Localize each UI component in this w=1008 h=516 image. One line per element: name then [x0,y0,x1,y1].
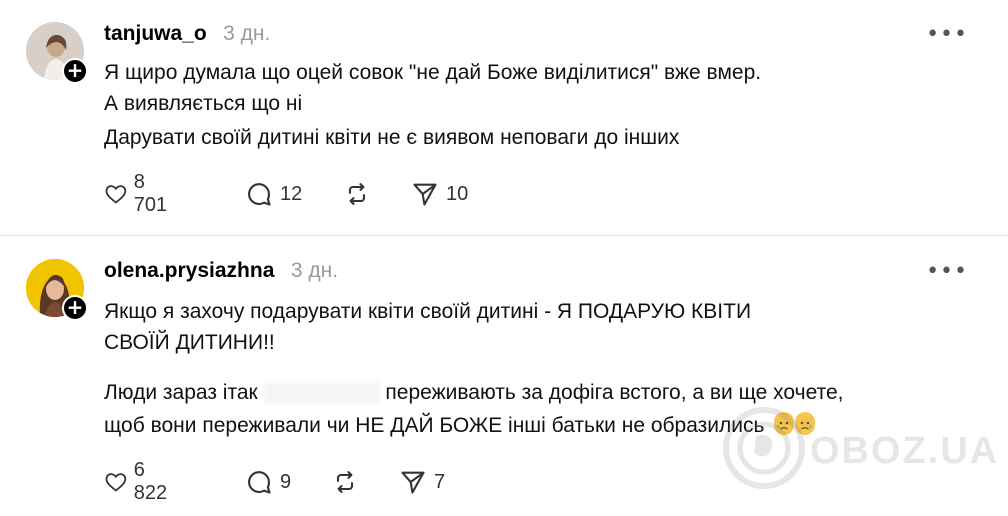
post-header: tanjuwa_o 3 дн. [104,22,270,48]
repost-button[interactable] [342,178,372,210]
share-count: 10 [446,182,469,205]
author-avatar[interactable]: + [26,259,88,321]
comment-icon [248,471,271,494]
post-text-line: Якщо я захочу подарувати квіти своїй дит… [104,300,752,323]
like-button[interactable]: 6 822 [104,459,173,504]
post-header: olena.prysiazhna 3 дн. [104,259,338,285]
text-segment: щоб вони переживали чи НЕ ДАЙ БОЖЕ інші … [104,414,765,437]
heart-icon [105,185,127,204]
post-divider [0,235,1008,236]
reply-count: 9 [280,470,292,493]
follow-plus-icon[interactable]: + [62,295,88,321]
like-button[interactable]: 8 701 [104,171,173,216]
globe-logo-icon [723,407,805,489]
post-time: 3 дн. [223,22,271,45]
post-text-line: щоб вони переживали чи НЕ ДАЙ БОЖЕ інші … [104,409,816,442]
send-icon [413,183,437,206]
share-button[interactable]: 7 [398,466,445,498]
repost-icon [348,183,366,205]
send-icon [401,471,425,494]
post-text-line: А виявляється що ні [104,92,303,115]
more-dots-icon[interactable]: ••• [926,24,968,46]
reply-button[interactable]: 9 [244,466,291,498]
reply-count: 12 [280,182,303,205]
heart-icon [105,473,127,492]
text-segment: Люди зараз ітак [104,381,258,404]
watermark-text: OBOZ.UA [810,430,1000,472]
threads-feed: + tanjuwa_o 3 дн. ••• Я щиро думала що о… [0,0,1008,516]
text-segment: переживають за дофіга встого, а ви ще хо… [385,381,844,404]
username[interactable]: tanjuwa_o [104,22,207,45]
share-button[interactable]: 10 [410,178,468,210]
follow-plus-icon[interactable]: + [62,58,88,84]
post-text-line: Я щиро думала що оцей совок "не дай Боже… [104,61,762,84]
post-text-line: Дарувати своїй дитині квіти не є виявом … [104,126,680,149]
post-card: + tanjuwa_o 3 дн. ••• Я щиро думала що о… [0,0,1008,236]
repost-icon [336,471,354,493]
reply-button[interactable]: 12 [244,178,302,210]
repost-button[interactable] [330,466,360,498]
like-count: 8 701 [133,171,168,216]
post-time: 3 дн. [290,259,339,282]
comment-icon [248,183,271,206]
watermark: OBOZ.UA [722,402,1002,492]
more-dots-icon[interactable]: ••• [926,261,968,283]
author-avatar[interactable]: + [26,22,88,84]
post-text-line: СВОЇЙ ДИТИНИ!! [104,331,275,354]
share-count: 7 [434,470,446,493]
redacted-region [263,382,380,405]
like-count: 6 822 [133,459,168,504]
username[interactable]: olena.prysiazhna [104,259,274,282]
